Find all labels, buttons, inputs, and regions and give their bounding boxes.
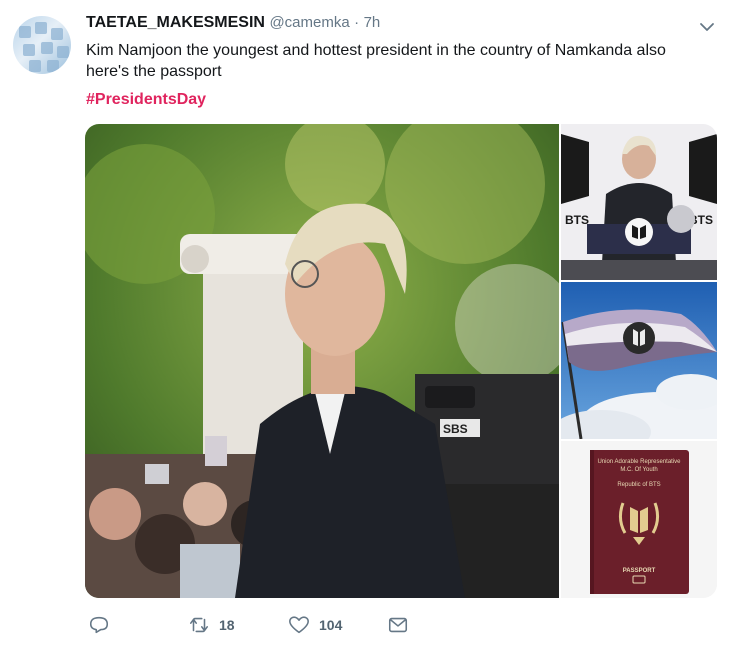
direct-message-button[interactable] [387,614,409,636]
display-name[interactable]: TAETAE_MAKESMESIN [86,14,265,31]
thumbnail-podium-photo[interactable]: BTS BTS [561,124,717,280]
envelope-icon [388,617,408,633]
timestamp[interactable]: 7h [364,14,381,31]
action-bar: 18 104 [0,614,730,640]
like-count: 104 [319,617,343,633]
bts-text-left: BTS [565,213,589,227]
retweet-icon [189,617,209,633]
retweet-button[interactable]: 18 [188,614,235,636]
user-handle[interactable]: @camemka [269,14,349,31]
like-button[interactable]: 104 [288,614,342,636]
avatar[interactable] [13,16,71,74]
main-photo[interactable]: SBS [85,124,559,598]
separator-dot: · [354,14,360,31]
thumbnail-passport[interactable]: Union Adorable Representative M.C. Of Yo… [561,441,717,598]
hashtag-link[interactable]: #PresidentsDay [86,91,206,109]
thumbnail-flag-photo[interactable] [561,282,717,439]
passport-label: PASSPORT [623,568,656,574]
passport-line2: M.C. Of Youth [620,467,657,473]
reply-icon [89,616,109,634]
reply-button[interactable] [88,614,110,636]
heart-icon [289,616,309,634]
passport-line1: Union Adorable Representative [597,459,681,465]
camera-logo-text: SBS [443,422,468,436]
media-grid: SBS BTS BTS Union Adorable Representativ… [85,124,717,598]
tweet-header: TAETAE_MAKESMESIN @camemka · 7h [86,14,380,32]
chevron-down-icon[interactable] [697,17,717,37]
tweet-text: Kim Namjoon the youngest and hottest pre… [86,42,666,80]
passport-line3: Republic of BTS [617,482,660,488]
retweet-count: 18 [219,617,235,633]
